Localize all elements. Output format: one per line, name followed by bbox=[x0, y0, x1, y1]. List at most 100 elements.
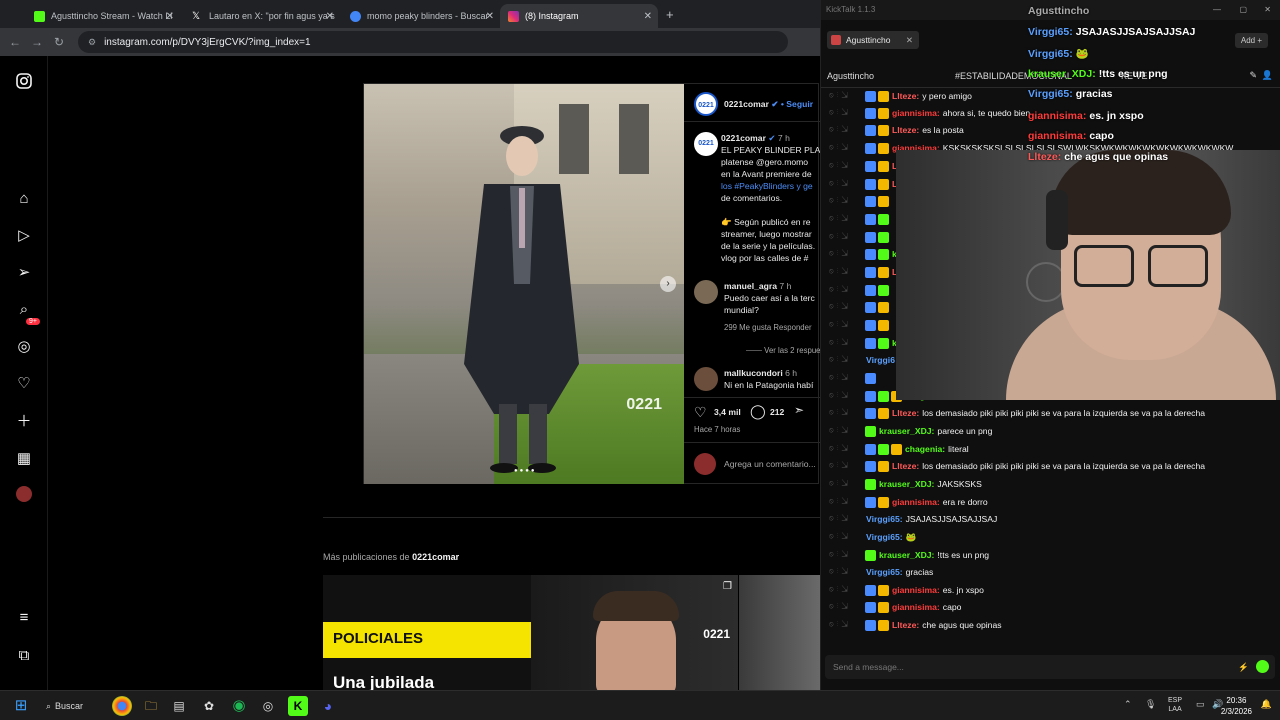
chat-tab[interactable]: Agusttincho ✕ bbox=[827, 31, 919, 49]
post-thumbnail[interactable]: 0221 ❐ bbox=[531, 575, 738, 690]
taskbar-search[interactable]: ⌕ Buscar bbox=[46, 697, 83, 715]
reels-icon[interactable]: ▷ bbox=[14, 226, 34, 246]
message-actions-icon[interactable]: ⦸⋮⇲ bbox=[829, 498, 865, 506]
chat-message[interactable]: ⦸⋮⇲ bbox=[829, 370, 882, 386]
message-actions-icon[interactable]: ⦸⋮⇲ bbox=[829, 215, 865, 223]
message-actions-icon[interactable]: ⦸⋮⇲ bbox=[829, 92, 865, 100]
post-thumbnail[interactable]: POLICIALES Una jubilada bbox=[323, 575, 531, 690]
browser-tab-active[interactable]: (8) Instagram ✕ bbox=[500, 4, 658, 28]
more-menu-icon[interactable]: ≡ bbox=[14, 608, 34, 628]
close-tab-icon[interactable]: ✕ bbox=[906, 35, 913, 46]
message-actions-icon[interactable]: ⦸⋮⇲ bbox=[829, 515, 865, 523]
kick-icon[interactable]: K bbox=[288, 696, 308, 716]
chat-message[interactable]: ⦸⋮⇲ chagenia: literal bbox=[829, 441, 969, 457]
browser-tab[interactable]: momo peaky blinders - Buscar ✕ bbox=[342, 4, 500, 28]
message-actions-icon[interactable]: ⦸⋮⇲ bbox=[829, 427, 865, 435]
chat-message[interactable]: ⦸⋮⇲ krauser_XDJ: !tts es un png bbox=[829, 547, 989, 563]
view-replies-link[interactable]: Ver las 2 respuestas bbox=[746, 345, 820, 357]
language-indicator[interactable]: ESP LAA bbox=[1168, 696, 1182, 714]
chat-message[interactable]: ⦸⋮⇲ giannisima: era re dorro bbox=[829, 494, 988, 510]
chat-message[interactable]: ⦸⋮⇲ giannisima: capo bbox=[829, 599, 961, 615]
chat-message[interactable]: ⦸⋮⇲ giannisima: ahora si, te quedo bien bbox=[829, 105, 1030, 121]
like-icon[interactable]: ♡ bbox=[694, 404, 707, 420]
message-actions-icon[interactable]: ⦸⋮⇲ bbox=[829, 286, 865, 294]
chatgpt-icon[interactable]: ✿ bbox=[199, 696, 219, 716]
message-actions-icon[interactable]: ⦸⋮⇲ bbox=[829, 180, 865, 188]
chat-message[interactable]: ⦸⋮⇲ bbox=[829, 317, 895, 333]
create-icon[interactable]: ＋ bbox=[14, 412, 34, 432]
chat-message[interactable]: ⦸⋮⇲ Llteze: los demasiado piki piki piki p… bbox=[829, 458, 1205, 474]
message-actions-icon[interactable]: ⦸⋮⇲ bbox=[829, 109, 865, 117]
windows-start-icon[interactable]: ⊞ bbox=[11, 696, 31, 716]
explore-icon[interactable]: ◎ bbox=[14, 337, 34, 357]
chat-username[interactable]: Virggi6 bbox=[866, 355, 895, 365]
message-actions-icon[interactable]: ⦸⋮⇲ bbox=[829, 409, 865, 417]
chat-username[interactable]: Llteze: bbox=[892, 408, 919, 418]
chat-message[interactable]: ⦸⋮⇲ krauser_XDJ: JAKSKSKS bbox=[829, 476, 982, 492]
follow-button[interactable]: • Seguir bbox=[781, 99, 813, 109]
spotify-icon[interactable]: ◉ bbox=[229, 696, 249, 716]
tray-chevron-icon[interactable]: ⌃ bbox=[1124, 699, 1132, 710]
message-actions-icon[interactable]: ⦸⋮⇲ bbox=[829, 162, 865, 170]
message-actions-icon[interactable]: ⦸⋮⇲ bbox=[829, 144, 865, 152]
comment-meta[interactable]: 299 Me gusta Responder bbox=[724, 322, 812, 334]
chat-username[interactable]: chagenia: bbox=[905, 444, 945, 454]
instagram-logo-icon[interactable] bbox=[14, 72, 34, 92]
home-icon[interactable]: ⌂ bbox=[14, 189, 34, 209]
forward-icon[interactable]: → bbox=[26, 35, 48, 49]
notification-bell-icon[interactable]: 🔔 bbox=[1261, 699, 1272, 710]
message-actions-icon[interactable]: ⦸⋮⇲ bbox=[829, 480, 865, 488]
post-photo[interactable]: 0221 › ●●●● bbox=[364, 84, 684, 484]
close-tab-icon[interactable]: ✕ bbox=[644, 11, 652, 22]
chat-message[interactable]: ⦸⋮⇲ Llteze: los demasiado piki piki piki p… bbox=[829, 405, 1205, 421]
app-icon[interactable]: ▤ bbox=[169, 696, 189, 716]
author-avatar[interactable]: 0221 bbox=[694, 92, 718, 116]
network-icon[interactable]: ▭ bbox=[1196, 699, 1205, 710]
message-actions-icon[interactable]: ⦸⋮⇲ bbox=[829, 268, 865, 276]
chat-username[interactable]: krauser_XDJ: bbox=[879, 479, 934, 489]
comment-icon[interactable]: ◯ bbox=[750, 403, 766, 419]
chat-username[interactable]: giannisima: bbox=[892, 497, 940, 507]
reload-icon[interactable]: ↻ bbox=[48, 35, 70, 49]
chat-message[interactable]: ⦸⋮⇲ Llteze: y pero amigo bbox=[829, 88, 972, 104]
close-tab-icon[interactable]: ✕ bbox=[326, 11, 334, 22]
chat-username[interactable]: Llteze: bbox=[892, 461, 919, 471]
chat-message[interactable]: ⦸⋮⇲ Virggi65: 🐸 bbox=[829, 529, 916, 545]
share-icon[interactable]: ➣ bbox=[794, 404, 804, 416]
chat-message[interactable]: ⦸⋮⇲ Virggi65: gracias bbox=[829, 564, 933, 580]
chat-username[interactable]: krauser_XDJ: bbox=[879, 550, 934, 560]
commenter-avatar[interactable] bbox=[694, 280, 718, 304]
profile-avatar[interactable] bbox=[14, 486, 34, 506]
chat-username[interactable]: Virggi65: bbox=[866, 567, 903, 577]
message-actions-icon[interactable]: ⦸⋮⇲ bbox=[829, 586, 865, 594]
chrome-icon[interactable] bbox=[112, 696, 132, 716]
chat-message[interactable]: ⦸⋮⇲ Virggi6 bbox=[829, 352, 898, 368]
discord-icon[interactable]: ◕ bbox=[318, 696, 338, 716]
chat-message[interactable]: ⦸⋮⇲ giannisima: es. jn xspo bbox=[829, 582, 984, 598]
message-actions-icon[interactable]: ⦸⋮⇲ bbox=[829, 321, 865, 329]
chat-message[interactable]: ⦸⋮⇲ Llteze: es la posta bbox=[829, 122, 964, 138]
message-actions-icon[interactable]: ⦸⋮⇲ bbox=[829, 392, 865, 400]
chat-message[interactable]: ⦸⋮⇲ Llteze: che agus que opinas bbox=[829, 617, 1002, 633]
chat-message[interactable]: ⦸⋮⇲ krauser_XDJ: parece un png bbox=[829, 423, 992, 439]
new-tab-button[interactable]: + bbox=[666, 7, 674, 22]
file-explorer-icon[interactable]: 🗀 bbox=[141, 696, 161, 716]
chat-message[interactable]: ⦸⋮⇲ bbox=[829, 211, 895, 227]
chat-message[interactable]: ⦸⋮⇲ bbox=[829, 193, 895, 209]
chat-username[interactable]: Llteze: bbox=[892, 91, 919, 101]
chat-username[interactable]: giannisima: bbox=[892, 108, 940, 118]
message-actions-icon[interactable]: ⦸⋮⇲ bbox=[829, 621, 865, 629]
chat-message[interactable]: ⦸⋮⇲ bbox=[829, 229, 895, 245]
browser-tab[interactable]: 𝕏 Lautaro en X: "por fin agus ya s ✕ bbox=[184, 4, 340, 28]
message-actions-icon[interactable]: ⦸⋮⇲ bbox=[829, 356, 865, 364]
message-actions-icon[interactable]: ⦸⋮⇲ bbox=[829, 339, 865, 347]
message-actions-icon[interactable]: ⦸⋮⇲ bbox=[829, 462, 865, 470]
post-thumbnail[interactable] bbox=[739, 575, 820, 690]
chat-username[interactable]: Llteze: bbox=[892, 125, 919, 135]
messages-icon[interactable]: ➢ bbox=[14, 263, 34, 283]
close-tab-icon[interactable]: ✕ bbox=[166, 11, 174, 22]
message-actions-icon[interactable]: ⦸⋮⇲ bbox=[829, 233, 865, 241]
microphone-icon[interactable]: 🎙 bbox=[1145, 699, 1156, 710]
send-message-input[interactable]: Send a message... ⚡ bbox=[825, 655, 1275, 679]
chat-username[interactable]: giannisima: bbox=[892, 602, 940, 612]
